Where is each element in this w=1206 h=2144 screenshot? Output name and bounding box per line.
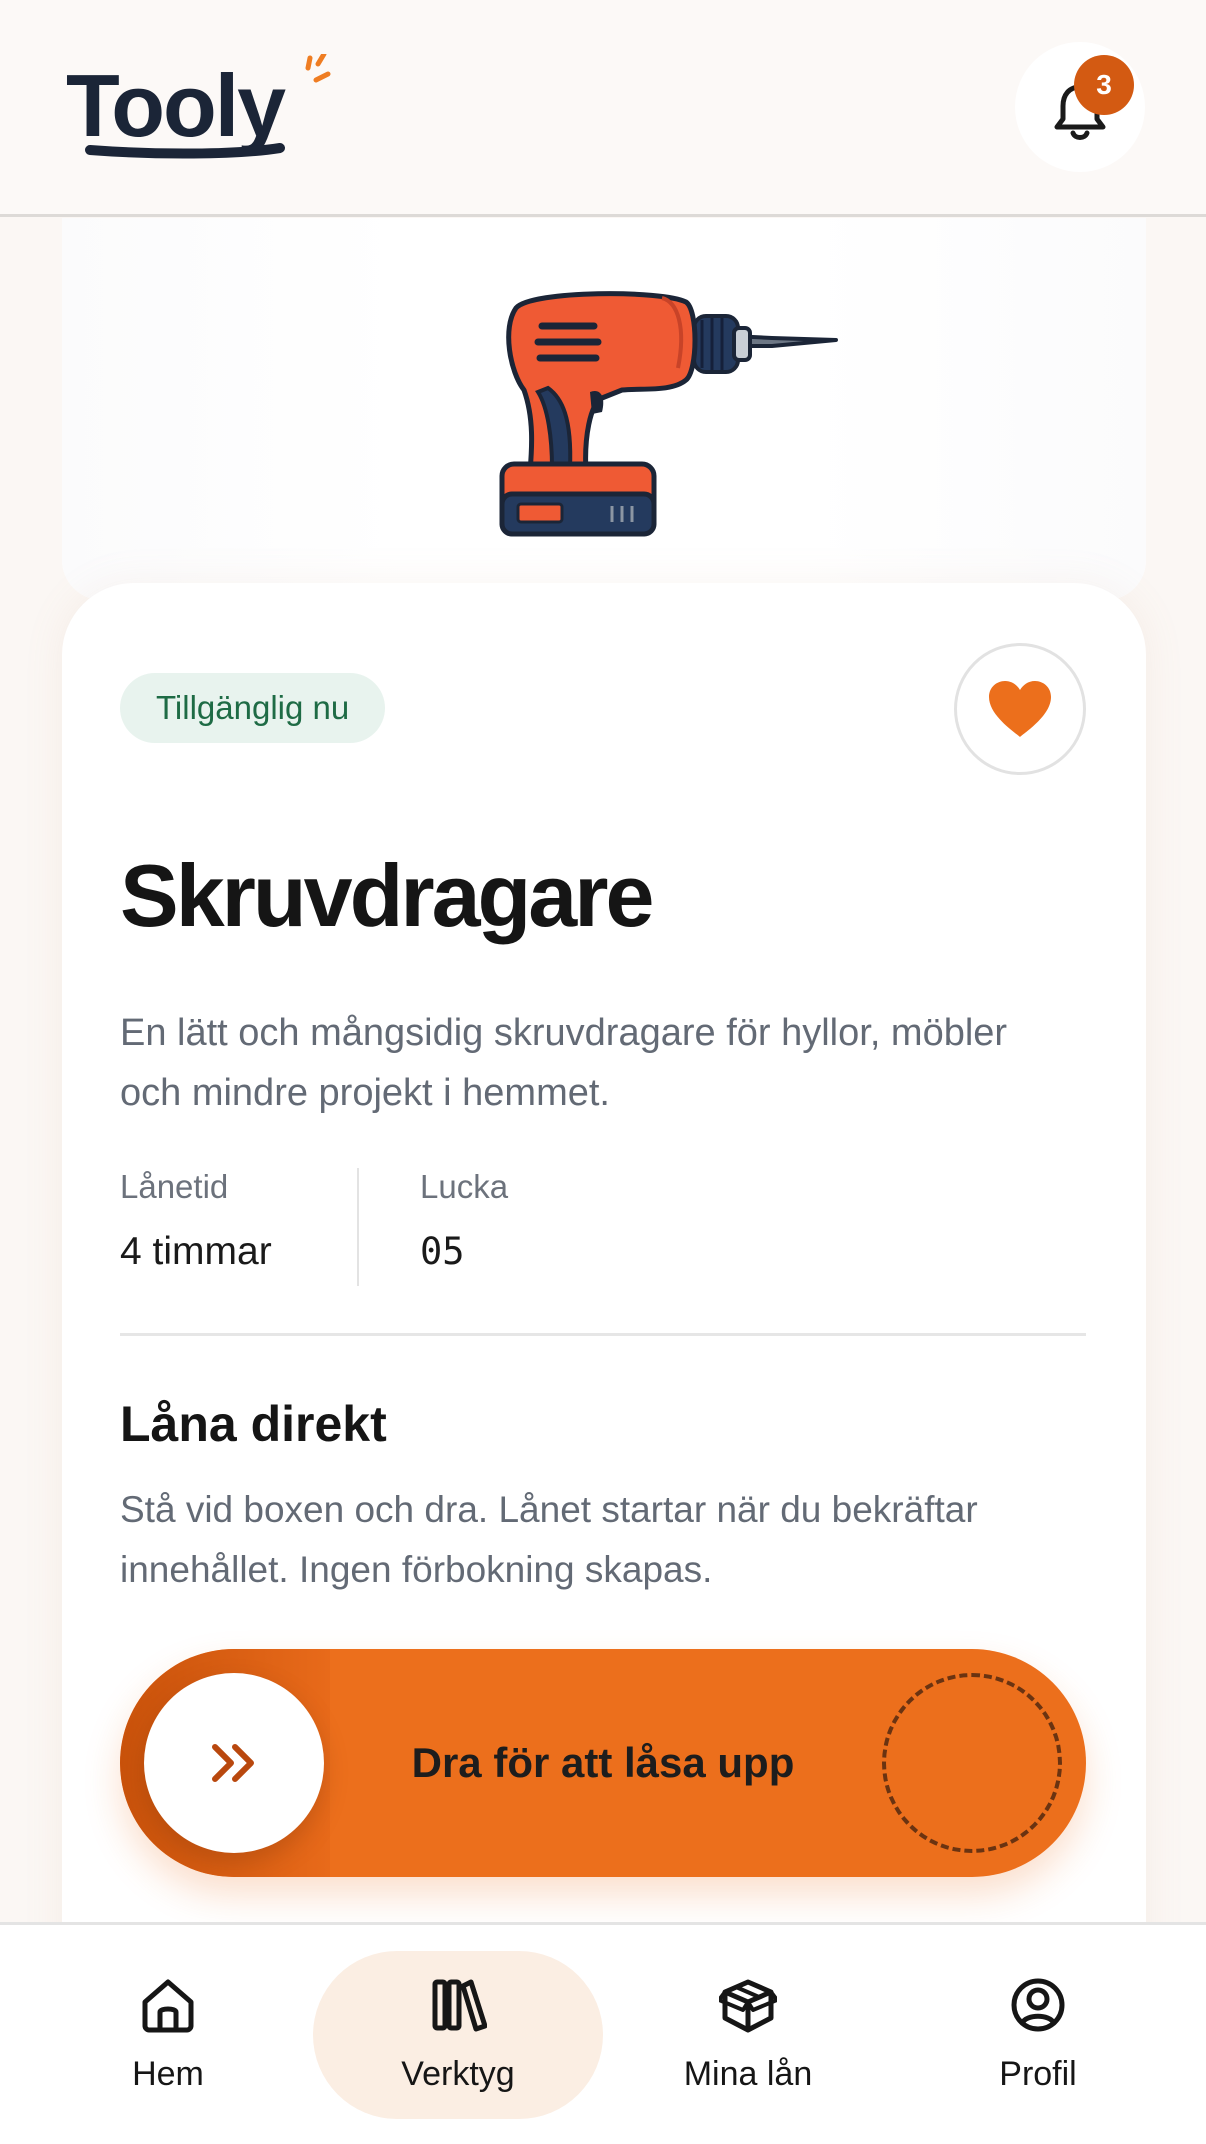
loan-time-label: Lånetid bbox=[120, 1168, 229, 1205]
section-divider bbox=[120, 1333, 1086, 1336]
notification-count-badge: 3 bbox=[1074, 55, 1134, 115]
profile-icon bbox=[1008, 1975, 1068, 2035]
unlock-slider[interactable]: Dra för att låsa upp bbox=[120, 1649, 1086, 1877]
product-card: Tillgänglig nu Skruvdragare En lätt och … bbox=[62, 583, 1146, 2023]
notifications-button[interactable] bbox=[1015, 42, 1145, 172]
nav-label-my-loans: Mina lån bbox=[683, 2055, 813, 2093]
product-title: Skruvdragare bbox=[120, 846, 654, 945]
app-header: Tooly 3 bbox=[0, 0, 1206, 217]
nav-label-profile: Profil bbox=[999, 2055, 1077, 2093]
nav-item-home[interactable]: Hem bbox=[23, 1925, 313, 2144]
nav-label-tools: Verktyg bbox=[401, 2055, 515, 2093]
tooly-logo[interactable]: Tooly bbox=[66, 54, 346, 166]
availability-badge: Tillgänglig nu bbox=[120, 673, 386, 743]
product-image bbox=[62, 218, 1146, 600]
borrow-title: Låna direkt bbox=[120, 1396, 387, 1452]
product-meta: Lånetid 4 timmar Lucka 05 bbox=[120, 1168, 1086, 1288]
locker: Lucka 05 bbox=[420, 1168, 508, 1273]
drill-illustration bbox=[499, 291, 838, 537]
product-description: En lätt och mångsidig skruvdragare för h… bbox=[120, 1012, 1008, 1114]
bottom-nav: Hem Verktyg Mina lån Profil bbox=[0, 1922, 1206, 2144]
meta-divider bbox=[357, 1168, 359, 1286]
heart-icon bbox=[989, 681, 1051, 737]
slider-target bbox=[882, 1673, 1062, 1853]
loan-time: Lånetid 4 timmar bbox=[120, 1168, 272, 1274]
nav-label-home: Hem bbox=[132, 2055, 204, 2093]
nav-item-my-loans[interactable]: Mina lån bbox=[603, 1925, 893, 2144]
loan-time-value: 4 timmar bbox=[120, 1230, 272, 1273]
nav-item-profile[interactable]: Profil bbox=[893, 1925, 1183, 2144]
locker-label: Lucka bbox=[420, 1168, 509, 1205]
home-icon bbox=[138, 1975, 198, 2035]
nav-item-tools[interactable]: Verktyg bbox=[313, 1925, 603, 2144]
box-icon bbox=[718, 1975, 778, 2035]
app-screen: Tooly 3 Tillgänglig nu Skruvdragare En l… bbox=[0, 0, 1206, 2144]
borrow-instructions: Stå vid boxen och dra. Lånet startar när… bbox=[120, 1489, 978, 1590]
favorite-button[interactable] bbox=[954, 643, 1086, 775]
svg-text:Tooly: Tooly bbox=[66, 56, 286, 155]
tools-icon bbox=[428, 1975, 488, 2035]
locker-value: 05 bbox=[420, 1230, 465, 1273]
chevrons-right-icon bbox=[212, 1744, 254, 1782]
slider-handle[interactable] bbox=[144, 1673, 324, 1853]
